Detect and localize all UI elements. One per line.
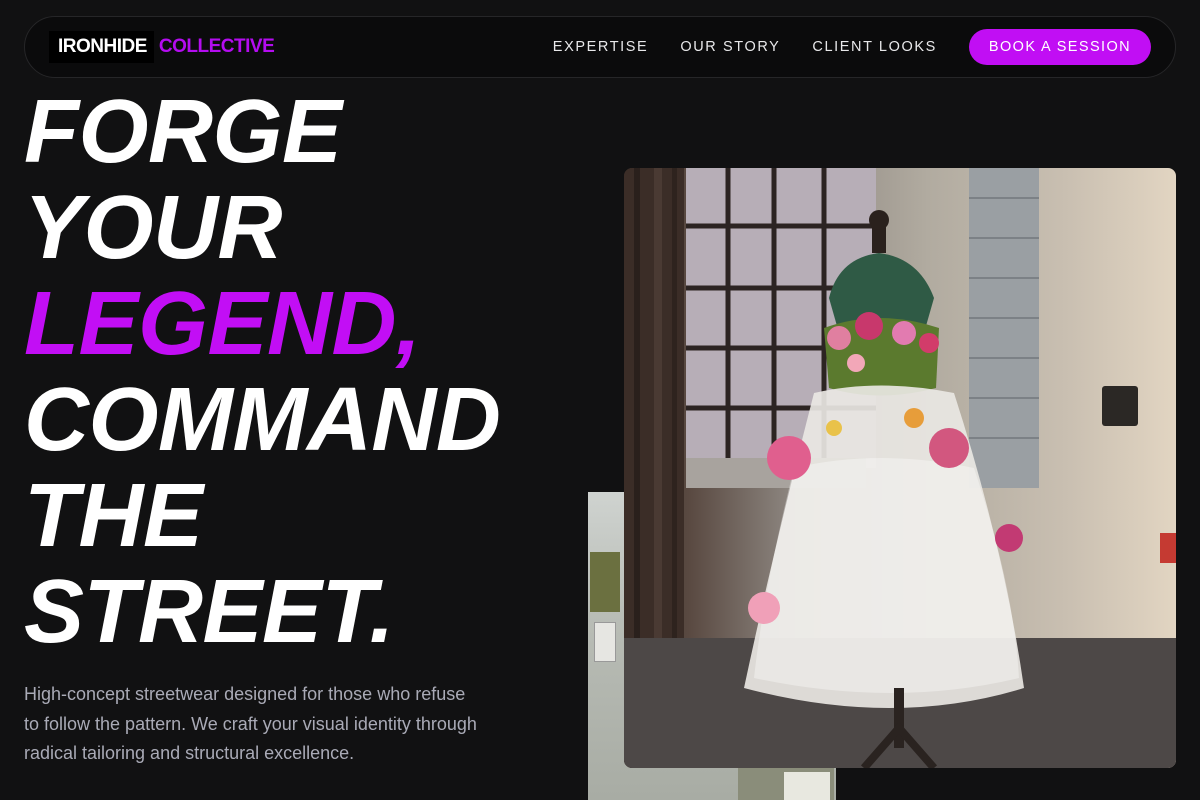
brand-name-secondary: COLLECTIVE [158,36,275,57]
main-menu: EXPERTISE OUR STORY CLIENT LOOKS BOOK A … [553,29,1151,65]
hero-description: High-concept streetwear designed for tho… [24,684,477,763]
hero-line-5: THE [24,466,203,566]
floral-dress-mannequin-photo [624,168,1176,768]
wall-poster-shape [594,622,616,662]
wall-poster-shape [784,772,830,800]
hero-line-4: COMMAND [24,370,501,470]
photo-illustration [624,168,1176,768]
hero-line-3-accent: LEGEND, [24,274,421,374]
brand-logo[interactable]: IRONHIDE COLLECTIVE [49,31,275,63]
hero-line-1: FORGE [24,82,342,182]
top-navbar: IRONHIDE COLLECTIVE EXPERTISE OUR STORY … [24,16,1176,78]
book-session-button[interactable]: BOOK A SESSION [968,29,1151,65]
nav-link-client-looks[interactable]: CLIENT LOOKS [812,39,937,55]
wall-poster-shape [590,552,620,612]
hero-line-2: YOUR [24,178,283,278]
nav-link-expertise[interactable]: EXPERTISE [553,39,649,55]
hero-headline: FORGE YOUR LEGEND, COMMAND THE STREET. [24,82,501,662]
hero-line-6: STREET. [24,562,394,662]
brand-name-primary: IRONHIDE [49,31,154,63]
nav-link-our-story[interactable]: OUR STORY [680,39,780,55]
